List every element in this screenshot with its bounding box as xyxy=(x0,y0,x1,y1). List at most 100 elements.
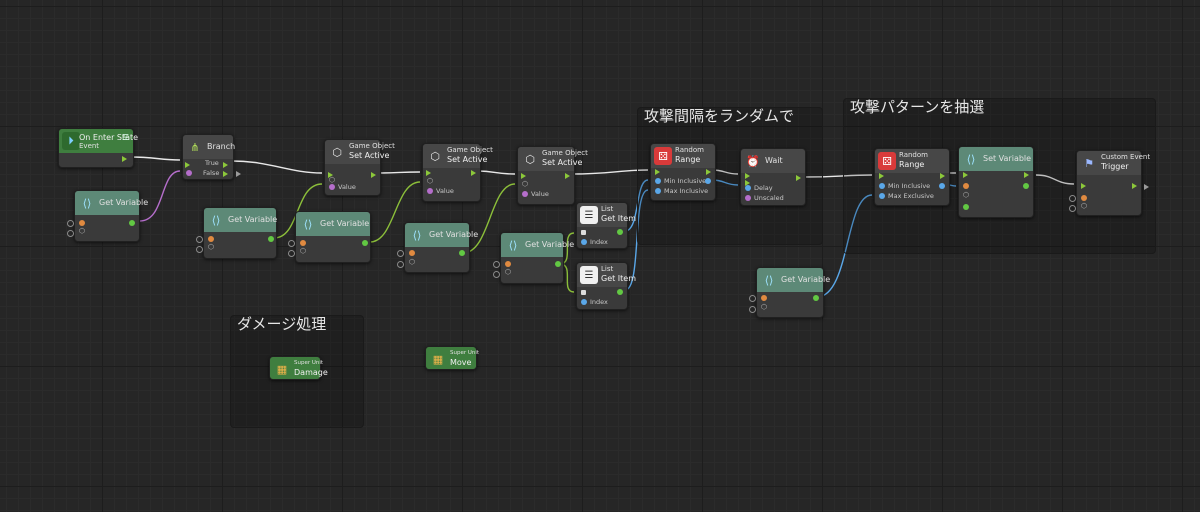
input-extension[interactable] xyxy=(493,261,500,268)
value-output-port[interactable] xyxy=(268,236,274,242)
max-input-port[interactable] xyxy=(879,193,885,199)
name-input-port[interactable] xyxy=(79,220,85,226)
get-variable-node[interactable]: ⟨⟩ Get Variable ⬡ xyxy=(67,190,148,242)
flow-input-port[interactable] xyxy=(655,169,660,175)
value-output-port[interactable] xyxy=(813,295,819,301)
get-variable-node[interactable]: ⟨⟩ Get Variable ⬡ xyxy=(196,207,277,259)
list-get-item-node[interactable]: ☰ List Get Item Index xyxy=(576,202,636,249)
name-input-port[interactable] xyxy=(300,240,306,246)
node-header: ⏰ Wait xyxy=(741,149,805,173)
result-output-port[interactable] xyxy=(939,183,945,189)
item-output-port[interactable] xyxy=(617,289,623,295)
input-extension[interactable] xyxy=(1069,195,1076,202)
flow-output-port[interactable] xyxy=(1132,183,1137,189)
input-extension[interactable] xyxy=(288,250,295,257)
node-header: ⋔ Branch xyxy=(183,135,235,159)
flow-input-port[interactable] xyxy=(1081,183,1086,189)
branch-node[interactable]: ⋔ Branch True False xyxy=(182,134,241,180)
flow-output-port[interactable] xyxy=(706,169,711,175)
flow-output-port[interactable] xyxy=(471,170,476,176)
min-input-port[interactable] xyxy=(655,178,661,184)
value-label: Value xyxy=(338,183,356,191)
custom-event-trigger-node[interactable]: ⚑ Custom Event Trigger ⬡ xyxy=(1069,150,1150,216)
input-extension[interactable] xyxy=(397,250,404,257)
condition-input-port[interactable] xyxy=(186,170,192,176)
node-header: ☰ List Get Item xyxy=(577,203,636,227)
get-variable-node[interactable]: ⟨⟩ Get Variable ⬡ xyxy=(749,267,830,318)
node-header: ▦ Super Unit Damage xyxy=(270,357,328,379)
value-input-port[interactable] xyxy=(427,188,433,194)
input-extension[interactable] xyxy=(288,240,295,247)
name-input-port[interactable] xyxy=(1081,195,1087,201)
output-value-port[interactable] xyxy=(1023,183,1029,189)
unscaled-input-port[interactable] xyxy=(745,195,751,201)
on-enter-state-node[interactable]: ⏵ On Enter State Event ☰ xyxy=(58,128,138,168)
list-get-item-node[interactable]: ☰ List Get Item Index xyxy=(576,262,636,310)
cube-icon: ⬡ xyxy=(300,247,307,255)
flow-input-port[interactable] xyxy=(963,172,968,178)
set-variable-node[interactable]: ⟨⟩ Set Variable ⬡ xyxy=(958,146,1034,218)
flow-output-port[interactable] xyxy=(122,156,127,162)
delay-label: Delay xyxy=(754,184,773,192)
value-output-port[interactable] xyxy=(362,240,368,246)
input-extension[interactable] xyxy=(67,220,74,227)
item-output-port[interactable] xyxy=(617,229,623,235)
cube-icon: ⬡ xyxy=(525,152,535,166)
list-input-port[interactable] xyxy=(581,290,586,295)
value-input-port[interactable] xyxy=(522,191,528,197)
flow-input-port[interactable] xyxy=(745,173,750,179)
set-active-node[interactable]: ⬡ Game Object Set Active ⬡ Value xyxy=(517,146,588,205)
input-extension[interactable] xyxy=(196,246,203,253)
value-output-port[interactable] xyxy=(129,220,135,226)
random-range-node[interactable]: ⚄ Random Range Min Inclusive Max Inclusiv… xyxy=(650,143,716,201)
value-input-port[interactable] xyxy=(329,184,335,190)
input-extension[interactable] xyxy=(67,230,74,237)
set-active-node[interactable]: ⬡ Game Object Set Active ⬡ Value xyxy=(422,143,493,202)
flow-output-port[interactable] xyxy=(371,172,376,178)
get-variable-node[interactable]: ⟨⟩ Get Variable ⬡ xyxy=(493,232,574,284)
super-unit-move-node[interactable]: ▦ Super Unit Move xyxy=(425,346,479,370)
list-input-port[interactable] xyxy=(581,230,586,235)
flow-output-port[interactable] xyxy=(796,175,801,181)
min-input-port[interactable] xyxy=(879,183,885,189)
menu-icon[interactable]: ☰ xyxy=(122,133,129,142)
super-unit-damage-node[interactable]: ▦ Super Unit Damage xyxy=(269,356,328,380)
wait-node[interactable]: ⏰ Wait Delay Unscaled xyxy=(740,148,806,206)
value-output-port[interactable] xyxy=(555,261,561,267)
input-extension[interactable] xyxy=(196,236,203,243)
node-header: ⟨⟩ Set Variable xyxy=(959,147,1033,171)
flow-output-port[interactable] xyxy=(940,173,945,179)
flow-input-port[interactable] xyxy=(185,162,190,168)
input-extension[interactable] xyxy=(397,261,404,268)
false-output-port[interactable] xyxy=(223,171,228,177)
delay-input-port[interactable] xyxy=(745,185,751,191)
input-extension[interactable] xyxy=(749,306,756,313)
flow-input-port[interactable] xyxy=(426,170,431,176)
get-variable-node[interactable]: ⟨⟩ Get Variable ⬡ xyxy=(397,222,478,273)
flow-output-port[interactable] xyxy=(565,173,570,179)
flow-input-port[interactable] xyxy=(879,173,884,179)
flow-output-port[interactable] xyxy=(1024,172,1029,178)
name-input-port[interactable] xyxy=(505,261,511,267)
max-input-port[interactable] xyxy=(655,188,661,194)
value-input-port[interactable] xyxy=(963,204,969,210)
result-output-port[interactable] xyxy=(705,178,711,184)
input-extension[interactable] xyxy=(493,271,500,278)
node-title: List Get Item xyxy=(601,205,637,223)
random-range-node[interactable]: ⚄ Random Range Min Inclusive Max Exclusiv… xyxy=(874,148,950,206)
true-output-port[interactable] xyxy=(223,162,228,168)
input-extension[interactable] xyxy=(749,295,756,302)
get-variable-node[interactable]: ⟨⟩ Get Variable ⬡ xyxy=(288,211,371,263)
node-title: Game Object Set Active xyxy=(447,146,493,164)
name-input-port[interactable] xyxy=(963,183,969,189)
flow-input-port[interactable] xyxy=(521,173,526,179)
name-input-port[interactable] xyxy=(208,236,214,242)
index-input-port[interactable] xyxy=(581,299,587,305)
index-input-port[interactable] xyxy=(581,239,587,245)
name-input-port[interactable] xyxy=(409,250,415,256)
value-output-port[interactable] xyxy=(459,250,465,256)
name-input-port[interactable] xyxy=(761,295,767,301)
false-output-arrow xyxy=(236,171,241,177)
input-extension[interactable] xyxy=(1069,205,1076,212)
set-active-node[interactable]: ⬡ Game Object Set Active ⬡ Value xyxy=(324,139,395,196)
